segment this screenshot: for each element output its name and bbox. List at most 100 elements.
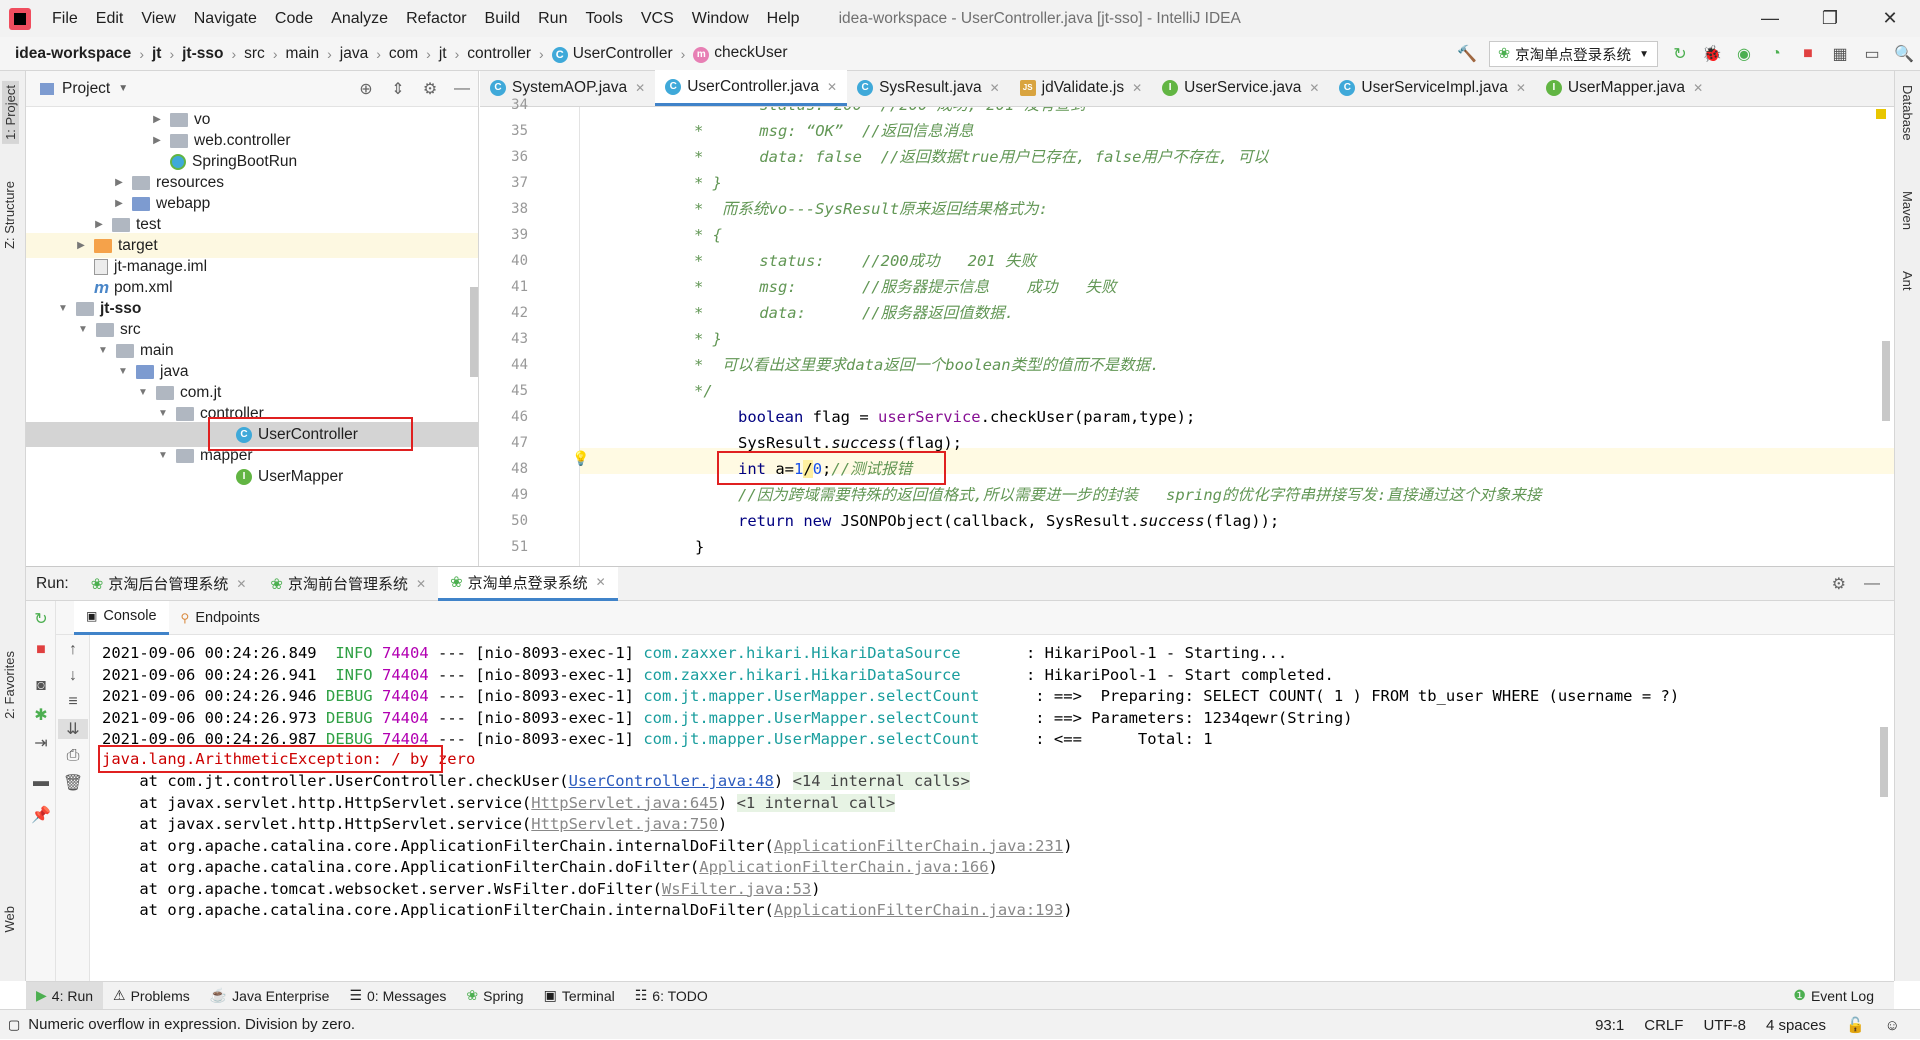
menu-view[interactable]: View	[132, 10, 184, 28]
close-icon[interactable]: ✕	[635, 81, 645, 95]
console-scrollbar[interactable]	[1880, 727, 1888, 797]
run-tab-backend[interactable]: ❀ 京淘后台管理系统 ✕	[79, 567, 259, 601]
close-icon[interactable]: ✕	[827, 80, 837, 94]
rerun-icon[interactable]: ↻	[26, 609, 56, 629]
tree-scrollbar[interactable]	[470, 287, 478, 377]
close-icon[interactable]: ✕	[1693, 81, 1703, 95]
stack-frame-link[interactable]: WsFilter.java:53	[662, 880, 811, 898]
crumb-main[interactable]: main	[280, 45, 324, 63]
menu-navigate[interactable]: Navigate	[185, 10, 266, 28]
tab-usercontroller[interactable]: C UserController.java ✕	[655, 70, 848, 106]
run-tab-sso[interactable]: ❀ 京淘单点登录系统 ✕	[438, 566, 618, 601]
build-hammer-icon[interactable]: 🔨	[1453, 40, 1481, 68]
hide-icon[interactable]: —	[446, 80, 478, 98]
stack-frame-link[interactable]: ApplicationFilterChain.java:231	[774, 837, 1063, 855]
layout-icon[interactable]: ▭	[1858, 40, 1886, 68]
chevron-right-icon[interactable]: ▶	[112, 198, 126, 209]
close-icon[interactable]: ✕	[1132, 81, 1142, 95]
rerun-icon[interactable]: ↻	[1666, 40, 1694, 68]
tool-window-favorites[interactable]: 2: Favorites	[2, 651, 17, 719]
menu-window[interactable]: Window	[683, 10, 758, 28]
camera-icon[interactable]: ◙	[26, 677, 56, 695]
exit-icon[interactable]: ⇥	[26, 733, 56, 753]
inspector-icon[interactable]: ☺	[1875, 1017, 1910, 1034]
tab-jdvalidate[interactable]: JS jdValidate.js ✕	[1010, 70, 1153, 106]
tool-window-database[interactable]: Database	[1900, 85, 1915, 141]
close-window-button[interactable]: ✕	[1860, 0, 1920, 37]
chevron-down-icon[interactable]: ▼	[118, 83, 128, 94]
close-icon[interactable]: ✕	[236, 577, 246, 591]
editor-scrollbar[interactable]	[1882, 341, 1890, 421]
run-tab-frontend[interactable]: ❀ 京淘前台管理系统 ✕	[258, 567, 438, 601]
locate-icon[interactable]: ⊕	[350, 79, 382, 99]
stack-frame-link[interactable]: ApplicationFilterChain.java:193	[774, 901, 1063, 919]
close-icon[interactable]: ✕	[416, 577, 426, 591]
console-output[interactable]: 2021-09-06 00:24:26.849 INFO 74404 --- […	[90, 635, 1854, 982]
arrow-up-icon[interactable]: ↑	[58, 641, 88, 659]
chevron-right-icon[interactable]: ▶	[112, 177, 126, 188]
chevron-down-icon[interactable]: ▼	[156, 408, 170, 419]
tab-userserviceimpl[interactable]: C UserServiceImpl.java ✕	[1329, 70, 1536, 106]
crumb-jt-package[interactable]: jt	[434, 45, 452, 63]
menu-file[interactable]: File	[43, 10, 87, 28]
soft-wrap-icon[interactable]: ≡	[58, 693, 88, 711]
stack-frame-link[interactable]: UserController.java:48	[569, 772, 774, 790]
crumb-jt[interactable]: jt	[147, 45, 166, 63]
close-icon[interactable]: ✕	[1516, 81, 1526, 95]
tool-tab-spring[interactable]: ❀ Spring	[456, 982, 533, 1010]
chevron-down-icon[interactable]: ▼	[116, 366, 130, 377]
stack-frame-link[interactable]: HttpServlet.java:750	[531, 815, 718, 833]
tree-item-usermapper[interactable]: I UserMapper	[236, 464, 343, 489]
close-icon[interactable]: ✕	[1309, 81, 1319, 95]
tool-window-maven[interactable]: Maven	[1900, 191, 1915, 230]
menu-build[interactable]: Build	[476, 10, 530, 28]
coverage-icon[interactable]: ◉	[1730, 40, 1758, 68]
menu-edit[interactable]: Edit	[87, 10, 133, 28]
chevron-down-icon[interactable]: ▼	[76, 324, 90, 335]
tab-console[interactable]: ▣ Console	[74, 600, 169, 635]
maximize-button[interactable]: ❐	[1800, 0, 1860, 37]
tool-window-structure[interactable]: Z: Structure	[2, 181, 17, 249]
tool-window-ant[interactable]: Ant	[1900, 271, 1915, 291]
tab-endpoints[interactable]: ⚲ Endpoints	[169, 601, 272, 635]
print-icon[interactable]: ⎙	[58, 747, 88, 765]
collapse-all-icon[interactable]: ⇕	[382, 79, 414, 99]
chevron-down-icon[interactable]: ▼	[56, 303, 70, 314]
internal-calls-folded[interactable]: <14 internal calls>	[792, 772, 970, 790]
tool-tab-todo[interactable]: ☷ 6: TODO	[625, 982, 718, 1010]
stack-frame-link[interactable]: HttpServlet.java:645	[531, 794, 718, 812]
menu-vcs[interactable]: VCS	[632, 10, 683, 28]
debug-icon[interactable]: ✱	[26, 705, 56, 725]
crumb-controller[interactable]: controller	[462, 45, 536, 63]
tool-window-web[interactable]: Web	[2, 906, 17, 933]
tool-tab-event-log[interactable]: ❶ Event Log	[1783, 982, 1884, 1010]
pin-icon[interactable]: 📌	[26, 805, 56, 825]
caret-position[interactable]: 93:1	[1585, 1017, 1634, 1034]
debug-icon[interactable]: 🐞	[1698, 40, 1726, 68]
lightbulb-icon[interactable]: 💡	[572, 450, 589, 467]
file-encoding[interactable]: UTF-8	[1693, 1017, 1756, 1034]
minimize-button[interactable]: —	[1740, 0, 1800, 37]
arrow-down-icon[interactable]: ↓	[58, 667, 88, 685]
crumb-java[interactable]: java	[335, 45, 373, 63]
chevron-down-icon[interactable]: ▼	[156, 450, 170, 461]
tool-window-project[interactable]: 1: Project	[2, 81, 19, 144]
close-icon[interactable]: ✕	[990, 81, 1000, 95]
project-structure-icon[interactable]: ▦	[1826, 40, 1854, 68]
crumb-checkuser[interactable]: m checkUser	[688, 44, 792, 63]
tool-tab-problems[interactable]: ⚠ Problems	[103, 982, 200, 1010]
chevron-right-icon[interactable]: ▶	[150, 135, 164, 146]
tool-tab-java-enterprise[interactable]: ☕ Java Enterprise	[200, 982, 340, 1010]
tab-usermapper[interactable]: I UserMapper.java ✕	[1536, 70, 1713, 106]
project-panel-title[interactable]: Project	[62, 80, 110, 98]
menu-tools[interactable]: Tools	[576, 10, 631, 28]
scroll-to-end-icon[interactable]: ⇊	[58, 719, 88, 739]
search-icon[interactable]: 🔍	[1890, 40, 1918, 68]
menu-refactor[interactable]: Refactor	[397, 10, 475, 28]
menu-run[interactable]: Run	[529, 10, 576, 28]
crumb-usercontroller[interactable]: C UserController	[547, 45, 678, 63]
status-toggle-icon[interactable]: ▢	[8, 1017, 20, 1033]
chevron-down-icon[interactable]: ▼	[136, 387, 150, 398]
internal-calls-folded[interactable]: <1 internal call>	[736, 793, 896, 812]
line-separator[interactable]: CRLF	[1634, 1017, 1693, 1034]
